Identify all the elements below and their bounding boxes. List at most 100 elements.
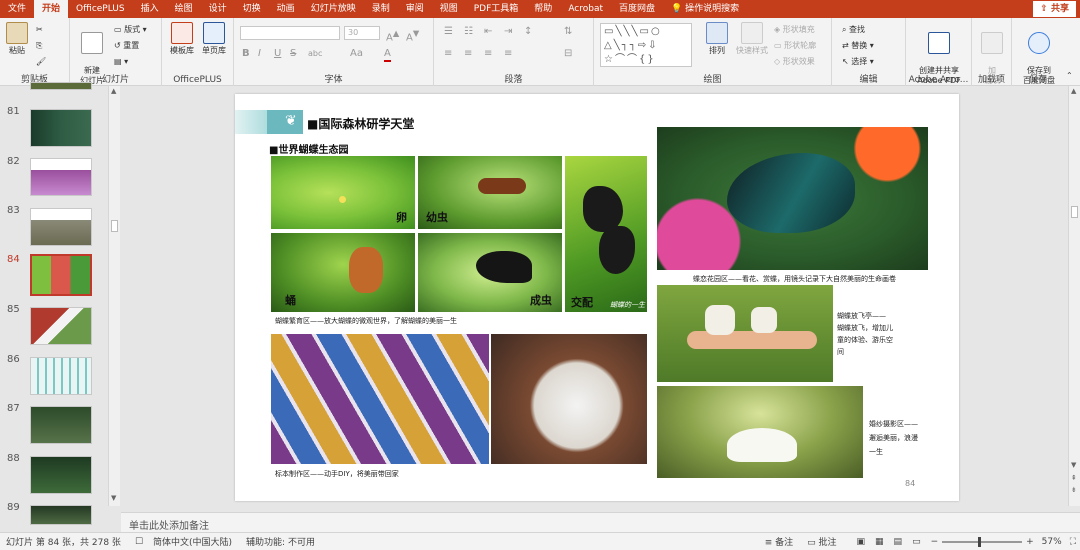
previous-slide-icon[interactable]: ⇞ — [1071, 474, 1077, 482]
ribbon-tab[interactable]: Acrobat — [560, 0, 611, 18]
butterfly-mating-photo[interactable]: 交配 蝴蝶的一生 — [565, 156, 647, 312]
ribbon-tab[interactable]: 绘图 — [167, 0, 201, 18]
shape-effects-button[interactable]: ◇ 形状效果 — [774, 56, 815, 68]
slideshow-view-icon[interactable]: ▭ — [912, 537, 921, 547]
scroll-down-icon[interactable]: ▼ — [111, 494, 116, 502]
wedding-caption-line-1[interactable]: 婚纱摄影区—— — [869, 419, 918, 429]
thumbnail-slide-86[interactable] — [30, 357, 92, 395]
thumbnail-slide-88[interactable] — [30, 456, 92, 494]
shape-fill-button[interactable]: ◈ 形状填充 — [774, 24, 815, 36]
justify-icon[interactable]: ≡ — [504, 48, 512, 60]
select-button[interactable]: ↖ 选择 ▾ — [842, 56, 874, 68]
template-library-button[interactable]: 模板库 — [168, 22, 196, 56]
align-text-icon[interactable]: ⊟ — [564, 48, 572, 60]
butterfly-release-photo[interactable] — [657, 285, 833, 382]
reading-view-icon[interactable]: ▤ — [894, 537, 903, 547]
normal-view-icon[interactable]: ▣ — [857, 537, 866, 547]
accessibility-status[interactable]: 辅助功能: 不可用 — [246, 535, 315, 548]
underline-button[interactable]: U — [274, 48, 281, 60]
slide-title[interactable]: ■国际森林研学天堂 — [307, 115, 414, 132]
thumbnail-scrollbar[interactable]: ▲ ▼ — [108, 86, 120, 506]
butterfly-sphere-photo[interactable] — [491, 334, 647, 464]
zoom-slider-thumb[interactable] — [978, 536, 982, 547]
notes-pane[interactable]: 单击此处添加备注 — [121, 512, 1080, 532]
ribbon-tab[interactable]: 录制 — [364, 0, 398, 18]
shapes-gallery[interactable]: ▭╲╲╲▭○ △╲┐┐⇨⇩ ☆⌒⌒{} — [600, 23, 692, 67]
thumbnail-slide-80[interactable] — [30, 82, 92, 90]
butterfly-adult-photo[interactable]: 成虫 — [418, 233, 562, 312]
ribbon-tab[interactable]: 设计 — [201, 0, 235, 18]
ribbon-tab[interactable]: 开始 — [34, 0, 69, 18]
text-direction-icon[interactable]: ⇅ — [564, 26, 572, 38]
ribbon-tab[interactable]: 帮助 — [526, 0, 560, 18]
butterfly-larva-photo[interactable]: 幼虫 — [418, 156, 562, 229]
quick-styles-button[interactable]: 快速样式 — [734, 22, 770, 56]
butterfly-egg-photo[interactable]: 卵 — [271, 156, 415, 229]
shrink-font-icon[interactable]: A▼ — [406, 27, 419, 44]
numbering-icon[interactable]: ☷ — [464, 26, 473, 38]
format-painter-icon[interactable]: 🖌 — [36, 56, 46, 68]
share-button[interactable]: ⇪ 共享 — [1033, 1, 1076, 17]
specimen-caption[interactable]: 标本制作区——动手DIY，将美丽带回家 — [275, 469, 399, 479]
paste-button[interactable]: 粘贴 — [4, 22, 30, 56]
zoom-in-icon[interactable]: + — [1026, 537, 1034, 547]
scroll-thumb[interactable] — [1071, 206, 1078, 218]
align-center-icon[interactable]: ≡ — [464, 48, 472, 60]
thumbnail-slide-82[interactable] — [30, 158, 92, 196]
change-case-button[interactable]: Aa — [350, 48, 363, 60]
ribbon-tab[interactable]: 动画 — [269, 0, 303, 18]
line-spacing-icon[interactable]: ↕ — [524, 26, 532, 38]
butterfly-pupa-photo[interactable]: 蛹 — [271, 233, 415, 312]
ribbon-tab[interactable]: 切换 — [235, 0, 269, 18]
thumbnail-slide-89[interactable] — [30, 505, 92, 525]
scroll-down-icon[interactable]: ▼ — [1071, 461, 1076, 469]
reset-button[interactable]: ↺ 重置 — [114, 40, 139, 52]
section-button[interactable]: ▤ ▾ — [114, 56, 128, 68]
release-caption-line-3[interactable]: 童的体验、游乐空 — [837, 335, 893, 345]
bullets-icon[interactable]: ☰ — [444, 26, 453, 38]
layout-button[interactable]: ▭ 版式 ▾ — [114, 24, 147, 36]
wedding-caption-line-3[interactable]: 一生 — [869, 447, 883, 457]
ribbon-tab[interactable]: 幻灯片放映 — [303, 0, 364, 18]
copy-icon[interactable]: ⎘ — [36, 40, 42, 52]
comments-toggle-button[interactable]: ▭ 批注 — [807, 535, 836, 548]
grow-font-icon[interactable]: A▲ — [386, 27, 399, 44]
spell-check-icon[interactable]: ☐ — [135, 537, 143, 547]
zoom-slider[interactable] — [942, 536, 1023, 547]
bold-button[interactable]: B — [242, 48, 250, 60]
shape-outline-button[interactable]: ▭ 形状轮廓 — [774, 40, 816, 52]
specimen-making-photo[interactable] — [271, 334, 489, 464]
zoom-out-icon[interactable]: − — [931, 537, 939, 547]
ribbon-tab[interactable]: 百度网盘 — [611, 0, 663, 18]
language-status[interactable]: 简体中文(中国大陆) — [153, 535, 232, 548]
release-caption-line-4[interactable]: 间 — [837, 347, 844, 357]
ribbon-tab[interactable]: 视图 — [432, 0, 466, 18]
release-caption-line-2[interactable]: 蝴蝶放飞，增加儿 — [837, 323, 893, 333]
slide-canvas[interactable]: ❦ ■国际森林研学天堂 ■世界蝴蝶生态园 卵 幼虫 交配 蝴蝶的一生 蛹 成虫 … — [235, 94, 959, 501]
wedding-photo[interactable] — [657, 386, 863, 478]
ribbon-tab[interactable]: OfficePLUS — [68, 0, 133, 18]
decrease-indent-icon[interactable]: ⇤ — [484, 26, 492, 38]
ribbon-tab[interactable]: 审阅 — [398, 0, 432, 18]
thumbnail-slide-84[interactable] — [30, 254, 92, 296]
flower-garden-caption[interactable]: 蝶恋花园区——看花、赏蝶，用镜头记录下大自然美丽的生命画卷 — [693, 274, 896, 284]
flower-garden-photo[interactable] — [657, 127, 928, 270]
font-color-button[interactable]: A — [384, 48, 391, 62]
thumbnail-slide-81[interactable] — [30, 109, 92, 147]
cut-icon[interactable]: ✂ — [36, 24, 43, 36]
wedding-caption-line-2[interactable]: 邂逅美丽，浪漫 — [869, 433, 918, 443]
release-caption-line-1[interactable]: 蝴蝶放飞亭—— — [837, 311, 886, 321]
lifecycle-caption[interactable]: 蝴蝶繁育区——放大蝴蝶的微观世界，了解蝴蝶的美丽一生 — [275, 316, 457, 326]
ribbon-tab[interactable]: 插入 — [133, 0, 167, 18]
slide-sorter-view-icon[interactable]: ▦ — [875, 537, 884, 547]
tell-me-search[interactable]: 💡 操作说明搜索 — [663, 0, 747, 18]
slide-subtitle[interactable]: ■世界蝴蝶生态园 — [269, 141, 348, 156]
font-size-input[interactable]: 30 — [344, 26, 380, 40]
align-left-icon[interactable]: ≡ — [444, 48, 452, 60]
thumbnail-slide-83[interactable] — [30, 208, 92, 246]
scroll-up-icon[interactable]: ▲ — [111, 87, 116, 95]
arrange-button[interactable]: 排列 — [702, 22, 732, 56]
italic-button[interactable]: I — [258, 48, 261, 60]
strikethrough-button[interactable]: S — [290, 48, 296, 60]
thumbnail-slide-87[interactable] — [30, 406, 92, 444]
